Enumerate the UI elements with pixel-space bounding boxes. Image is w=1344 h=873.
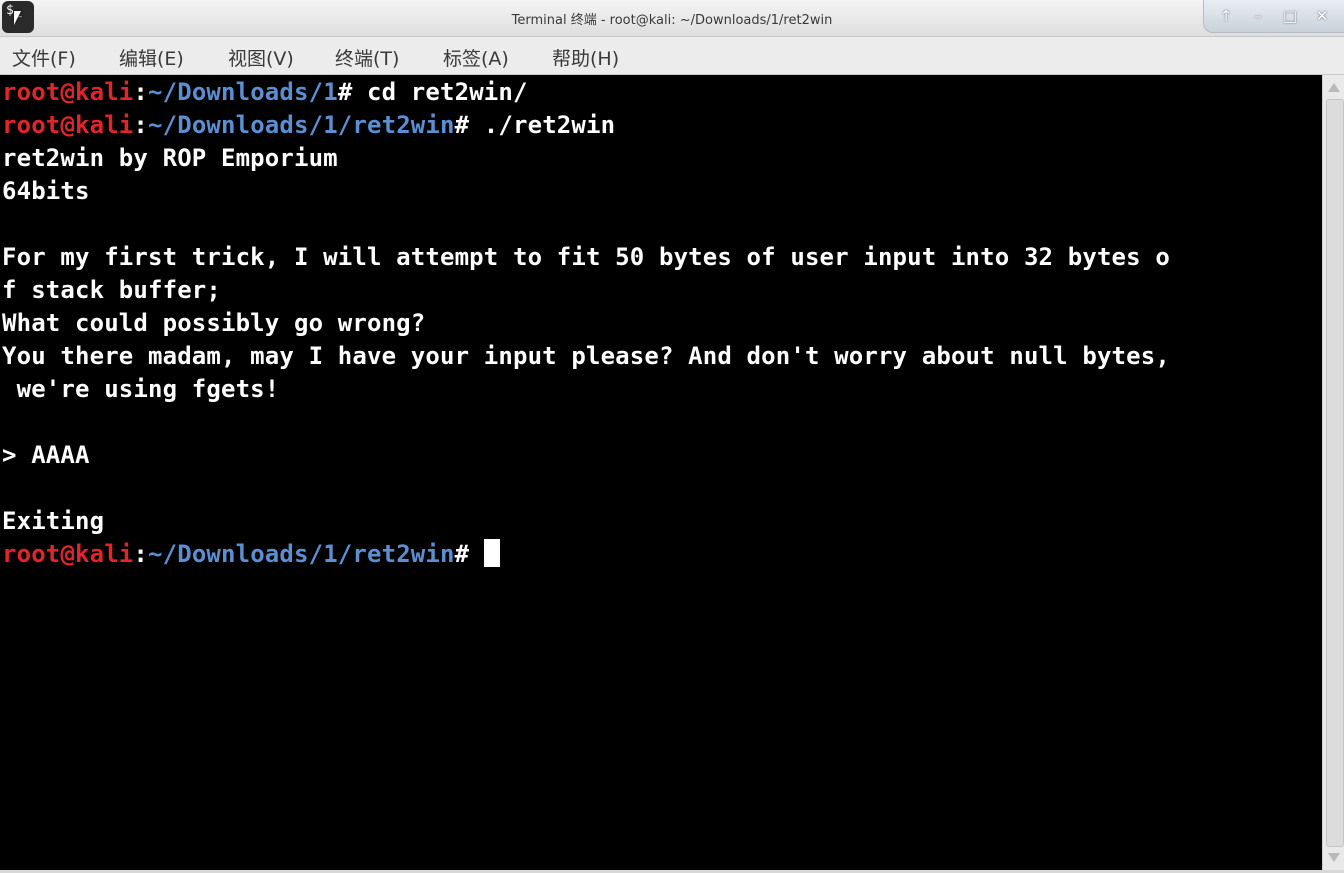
terminal-window: $_ Terminal 终端 - root@kali: ~/Downloads/… [0,0,1344,873]
scroll-up-icon[interactable] [1328,83,1340,92]
prompt-user: root@kali [2,111,134,139]
output-line: f stack buffer; [2,276,221,304]
menu-file[interactable]: 文件(F) [12,44,76,71]
menu-view[interactable]: 视图(V) [228,44,294,71]
output-line: What could possibly go wrong? [2,309,426,337]
prompt-command: # cd ret2win/ [337,78,528,106]
output-line: ret2win by ROP Emporium [2,144,338,172]
prompt-command: # ./ret2win [454,111,616,139]
prompt-command: # [454,540,484,568]
output-line: we're using fgets! [2,375,280,403]
output-line: 64bits [2,177,90,205]
prompt-colon: : [133,111,149,139]
prompt-line: root@kali:~/Downloads/1/ret2win# ./ret2w… [2,109,615,142]
prompt-colon: : [133,78,149,106]
prompt-path: ~/Downloads/1/ret2win [148,540,455,568]
scrollbar-thumb[interactable] [1326,99,1344,847]
prompt-line: root@kali:~/Downloads/1/ret2win# [2,538,500,571]
window-title: Terminal 终端 - root@kali: ~/Downloads/1/r… [511,13,833,28]
window-controls: ↑ – □ ✕ [1203,0,1344,33]
minimize-window-icon[interactable]: – [1248,6,1268,26]
title-bar[interactable]: $_ Terminal 终端 - root@kali: ~/Downloads/… [0,0,1344,37]
prompt-user: root@kali [2,540,134,568]
menu-help[interactable]: 帮助(H) [552,44,619,71]
menu-edit[interactable]: 编辑(E) [119,44,184,71]
menu-tabs[interactable]: 标签(A) [443,44,509,71]
shade-window-icon[interactable]: ↑ [1216,6,1236,26]
output-line: Exiting [2,507,105,535]
output-line: You there madam, may I have your input p… [2,342,1170,370]
vertical-scrollbar[interactable] [1322,75,1344,870]
terminal-output-area[interactable]: root@kali:~/Downloads/1# cd ret2win/ roo… [0,75,1322,870]
prompt-user: root@kali [2,78,134,106]
prompt-path: ~/Downloads/1/ret2win [148,111,455,139]
menu-terminal[interactable]: 终端(T) [335,44,399,71]
prompt-line: root@kali:~/Downloads/1# cd ret2win/ [2,76,528,109]
close-window-icon[interactable]: ✕ [1312,6,1332,26]
menu-bar: 文件(F) 编辑(E) 视图(V) 终端(T) 标签(A) 帮助(H) [0,37,1344,75]
output-line: > AAAA [2,441,90,469]
scroll-down-icon[interactable] [1328,853,1340,862]
prompt-path: ~/Downloads/1 [148,78,338,106]
output-line: For my first trick, I will attempt to fi… [2,243,1170,271]
text-cursor [483,539,500,567]
maximize-window-icon[interactable]: □ [1280,6,1300,26]
prompt-colon: : [133,540,149,568]
